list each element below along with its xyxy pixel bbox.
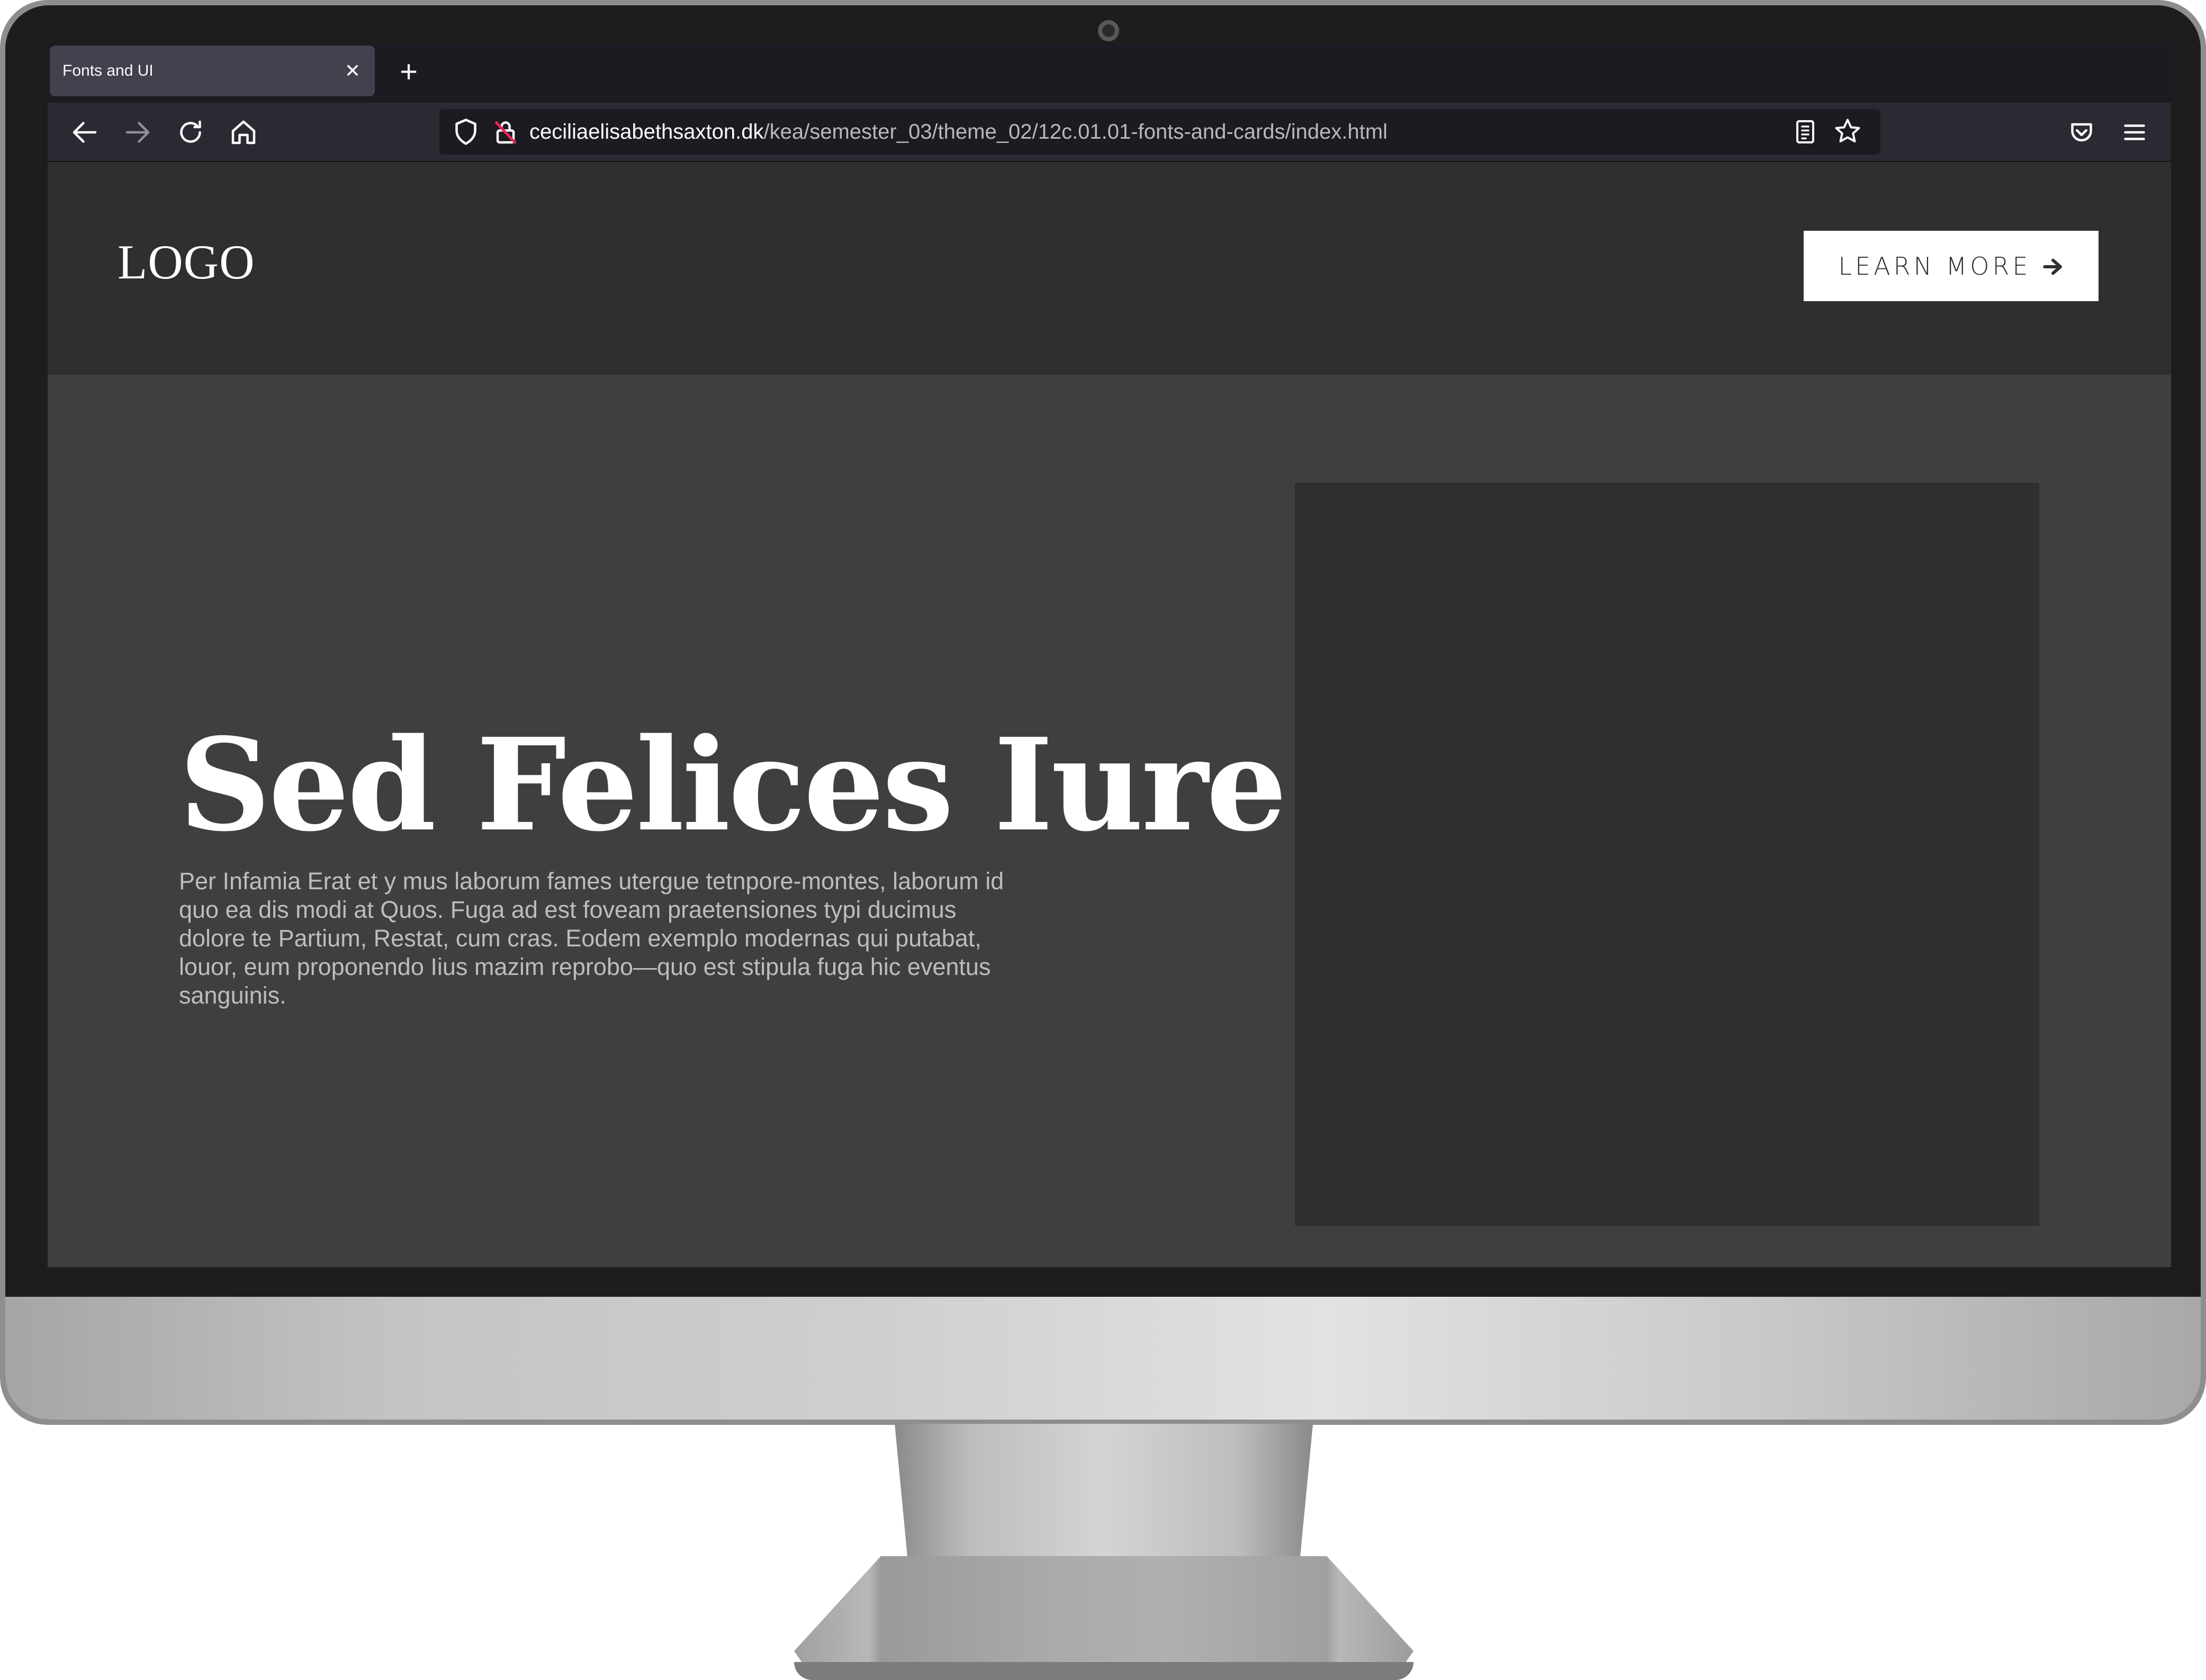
learn-more-button[interactable]: LEARN MORE [1804, 231, 2099, 301]
arrow-right-icon [2042, 255, 2064, 277]
site-header: LOGO LEARN MORE [48, 162, 2171, 375]
reload-icon[interactable] [175, 116, 206, 148]
monitor-stand-base [794, 1556, 1413, 1678]
hero-title: Sed Felices Iure [179, 710, 1287, 860]
site-logo[interactable]: LOGO [118, 229, 255, 295]
pocket-icon[interactable] [2066, 116, 2097, 148]
monitor-chin [5, 1297, 2201, 1420]
url-domain: ceciliaelisabethsaxton.dk [529, 120, 764, 143]
url-path: /kea/semester_03/theme_02/12c.01.01-font… [763, 120, 1388, 143]
bookmark-star-icon[interactable] [1832, 116, 1863, 148]
close-icon[interactable]: ✕ [342, 60, 363, 82]
learn-more-label: LEARN MORE [1838, 251, 2031, 281]
url-text[interactable]: ceciliaelisabethsaxton.dk/kea/semester_0… [529, 109, 1388, 155]
menu-icon[interactable] [2119, 116, 2150, 148]
shield-icon[interactable] [450, 116, 482, 148]
home-icon[interactable] [228, 116, 259, 148]
tab-title: Fonts and UI [62, 62, 154, 79]
tab-bar: Fonts and UI ✕ + [48, 43, 2171, 103]
monitor-bezel: Fonts and UI ✕ + ceciliaelisabethsaxton.… [5, 5, 2201, 1420]
hero-section: Sed Felices Iure Per Infamia Erat et y m… [48, 375, 2171, 1267]
browser-tab[interactable]: Fonts and UI ✕ [50, 46, 375, 96]
monitor-frame: Fonts and UI ✕ + ceciliaelisabethsaxton.… [0, 0, 2206, 1425]
plus-icon[interactable]: + [393, 56, 425, 88]
arrow-right-icon[interactable] [122, 116, 154, 148]
arrow-left-icon[interactable] [69, 116, 101, 148]
url-bar[interactable]: ceciliaelisabethsaxton.dk/kea/semester_0… [439, 109, 1880, 155]
camera [1098, 20, 1119, 41]
reader-view-icon[interactable] [1789, 116, 1821, 148]
web-page: LOGO LEARN MORE Sed Felices Iure Per Inf… [48, 162, 2171, 1267]
insecure-lock-icon[interactable] [490, 116, 521, 148]
hero-body-text: Per Infamia Erat et y mus laborum fames … [179, 868, 1004, 1009]
screen: Fonts and UI ✕ + ceciliaelisabethsaxton.… [48, 43, 2171, 1267]
hero-image-placeholder [1295, 483, 2039, 1226]
monitor-stand-edge [794, 1662, 1413, 1680]
navigation-toolbar: ceciliaelisabethsaxton.dk/kea/semester_0… [48, 103, 2171, 162]
